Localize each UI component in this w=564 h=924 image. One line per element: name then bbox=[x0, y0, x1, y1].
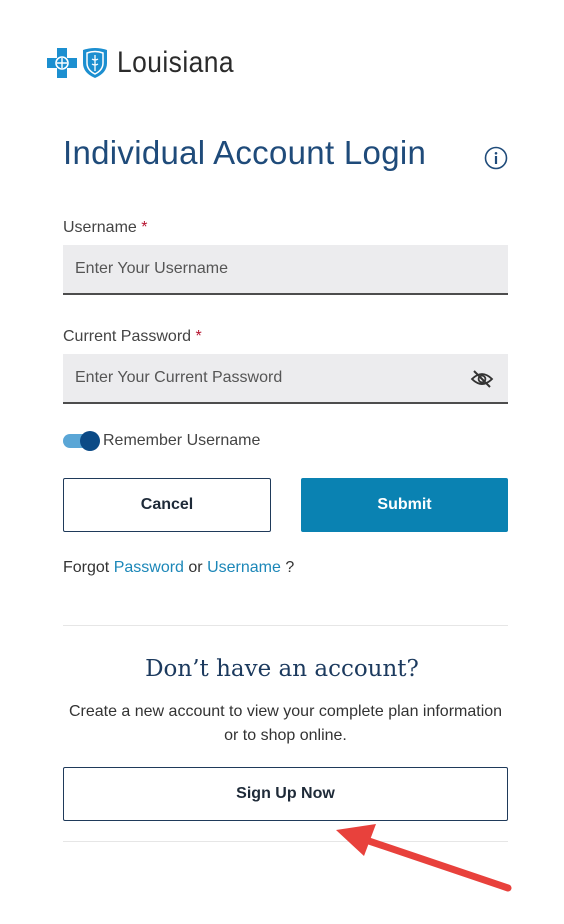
page-title: Individual Account Login bbox=[63, 134, 427, 171]
required-marker: * bbox=[195, 328, 202, 345]
blue-cross-icon bbox=[47, 48, 77, 78]
required-marker: * bbox=[141, 219, 148, 236]
password-label: Current Password * bbox=[63, 328, 202, 345]
cancel-button[interactable]: Cancel bbox=[63, 478, 271, 532]
forgot-password-link[interactable]: Password bbox=[114, 559, 184, 576]
toggle-knob bbox=[80, 431, 100, 451]
section-divider bbox=[63, 625, 508, 626]
username-field-wrap bbox=[63, 245, 508, 295]
username-label: Username * bbox=[63, 219, 148, 236]
blue-shield-icon bbox=[83, 48, 107, 78]
signup-heading: Don’t have an account? bbox=[145, 656, 419, 682]
password-input[interactable] bbox=[63, 354, 508, 402]
brand-logo[interactable]: Louisiana bbox=[47, 46, 250, 80]
username-input[interactable] bbox=[63, 245, 508, 293]
eye-slash-icon[interactable] bbox=[470, 367, 494, 391]
annotation-arrow-icon bbox=[336, 824, 512, 892]
remember-username-label: Remember Username bbox=[103, 432, 261, 449]
remember-username-toggle[interactable] bbox=[63, 431, 100, 451]
info-icon[interactable] bbox=[484, 146, 508, 170]
signup-description: Create a new account to view your comple… bbox=[68, 703, 503, 744]
password-field-wrap bbox=[63, 354, 508, 404]
forgot-username-link[interactable]: Username bbox=[207, 559, 281, 576]
forgot-credentials: Forgot Password or Username ? bbox=[63, 559, 295, 576]
submit-button[interactable]: Submit bbox=[301, 478, 508, 532]
brand-name: Louisiana bbox=[117, 46, 234, 79]
sign-up-button[interactable]: Sign Up Now bbox=[63, 767, 508, 821]
